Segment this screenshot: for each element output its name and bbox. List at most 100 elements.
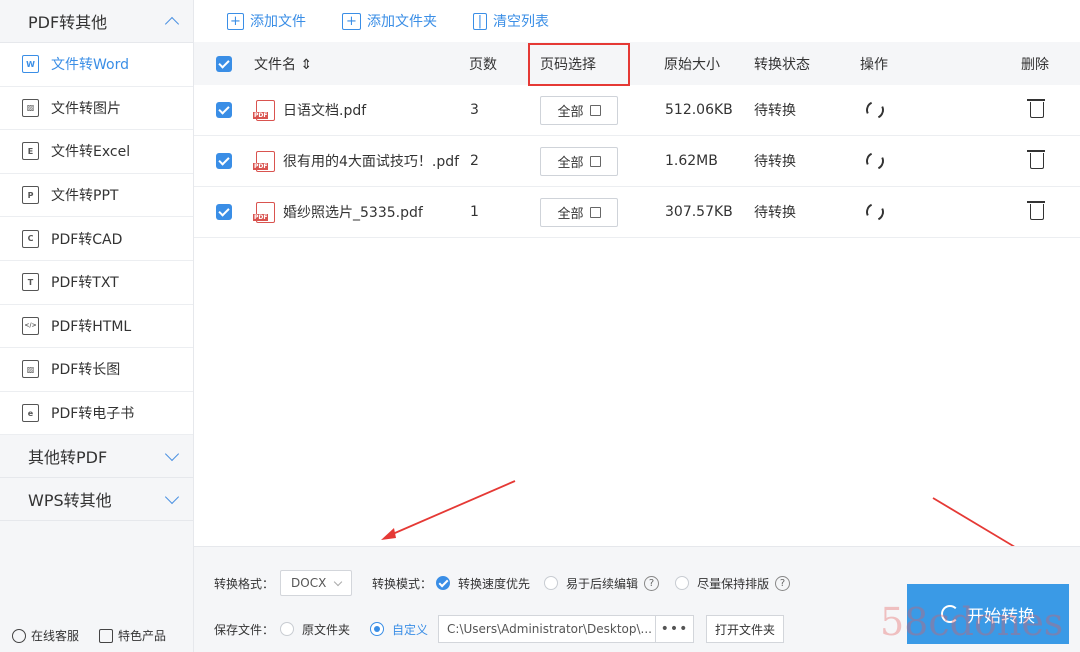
row-checkbox[interactable] [216, 153, 232, 169]
group-wps-label: WPS转其他 [28, 491, 112, 511]
trash-icon [1027, 99, 1045, 118]
mode-speed-radio[interactable] [436, 576, 451, 590]
chevron-down-icon [164, 489, 180, 504]
start-convert-button[interactable]: 开始转换 [907, 584, 1069, 644]
pdf-icon [253, 201, 275, 223]
sidebar-item-txt[interactable]: T PDF转TXT [0, 261, 193, 305]
sidebar-item-ebook[interactable]: e PDF转电子书 [0, 392, 193, 436]
checkbox-icon [216, 102, 232, 118]
checkbox-icon [216, 153, 232, 169]
convert-status: 待转换 [754, 103, 796, 119]
file-name-cell: 婚纱照选片_5335.pdf [253, 201, 423, 223]
sidebar-item-label: PDF转CAD [51, 231, 123, 248]
open-folder-button[interactable]: 打开文件夹 [706, 615, 785, 643]
long-image-icon: ▨ [22, 360, 39, 379]
sidebar-item-long-image[interactable]: ▨ PDF转长图 [0, 348, 193, 392]
featured-products-label: 特色产品 [118, 629, 167, 643]
sidebar-item-ppt[interactable]: P 文件转PPT [0, 174, 193, 218]
add-folder-icon: + [342, 12, 361, 30]
header-size: 原始大小 [664, 56, 720, 73]
file-size: 1.62MB [665, 153, 718, 169]
mode-layout-radio[interactable] [675, 576, 690, 590]
save-original-radio[interactable] [280, 622, 295, 636]
row-checkbox[interactable] [216, 204, 232, 220]
file-table: 文件名 ⇕ 页数 页码选择 原始大小 转换状态 操作 删除 日语文档.pdf 3… [194, 42, 1080, 238]
format-select[interactable]: DOCX [280, 570, 353, 596]
product-icon [99, 628, 114, 643]
help-icon[interactable]: ? [775, 575, 791, 591]
trash-icon [1027, 150, 1045, 169]
save-custom-radio[interactable] [370, 622, 385, 636]
refresh-icon [863, 98, 887, 122]
chevron-down-icon [164, 446, 180, 461]
page-range-cell: 全部 [540, 197, 618, 227]
sidebar-item-word[interactable]: W 文件转Word [0, 43, 193, 87]
group-pdf-to-other[interactable]: PDF转其他 [0, 0, 193, 43]
excel-icon: E [22, 142, 39, 161]
start-convert-label: 开始转换 [967, 606, 1035, 627]
sidebar-item-html[interactable]: </> PDF转HTML [0, 305, 193, 349]
header-pages: 页数 [469, 56, 497, 73]
row-checkbox[interactable] [216, 102, 232, 118]
file-name-cell: 日语文档.pdf [253, 99, 366, 121]
group-other-to-pdf[interactable]: 其他转PDF [0, 435, 193, 479]
online-service-link[interactable]: 在线客服 [12, 627, 79, 644]
page-range-cell: 全部 [540, 95, 618, 125]
file-name: 很有用的4大面试技巧！.pdf [283, 154, 460, 170]
sidebar-footer: 在线客服 特色产品 [12, 627, 166, 644]
mode-edit-label: 易于后续编辑 [566, 576, 639, 591]
group-pdf-label: PDF转其他 [28, 13, 108, 32]
save-path-input[interactable]: C:\Users\Administrator\Desktop\... [438, 615, 657, 643]
help-icon[interactable]: ? [644, 575, 660, 591]
select-all-checkbox[interactable] [216, 55, 232, 72]
sidebar-item-label: 文件转PPT [51, 188, 119, 205]
page-range-button[interactable]: 全部 [540, 197, 618, 227]
save-label: 保存文件： [214, 622, 275, 637]
table-header: 文件名 ⇕ 页数 页码选择 原始大小 转换状态 操作 删除 [194, 42, 1080, 85]
table-row: 日语文档.pdf 3 全部 512.06KB 待转换 [194, 85, 1080, 136]
browse-button[interactable]: ••• [656, 615, 695, 643]
sidebar-item-excel[interactable]: E 文件转Excel [0, 130, 193, 174]
trash-icon [1027, 201, 1045, 220]
refresh-icon [863, 149, 887, 173]
refresh-icon [941, 605, 959, 623]
sidebar-list: W 文件转Word ▨ 文件转图片 E 文件转Excel P 文件转PPT C PDF转C… [0, 43, 193, 436]
refresh-button[interactable] [863, 149, 887, 173]
save-custom-label: 自定义 [392, 622, 429, 637]
page-count: 2 [470, 153, 479, 169]
chat-icon [12, 628, 26, 643]
file-size: 512.06KB [665, 102, 733, 118]
add-file-button[interactable]: + 添加文件 [227, 11, 306, 31]
page-range-label: 全部 [557, 104, 584, 120]
page-range-button[interactable]: 全部 [540, 95, 618, 125]
checkbox-icon [216, 204, 232, 220]
page-range-label: 全部 [557, 206, 584, 222]
html-icon: </> [22, 316, 39, 335]
table-row: 很有用的4大面试技巧！.pdf 2 全部 1.62MB 待转换 [194, 136, 1080, 187]
clear-list-button[interactable]: | 清空列表 [473, 11, 549, 31]
mode-label: 转换模式： [372, 576, 433, 591]
arrow-head-format [381, 528, 396, 540]
image-icon: ▨ [22, 98, 39, 117]
sidebar-item-image[interactable]: ▨ 文件转图片 [0, 87, 193, 131]
delete-button[interactable] [1027, 99, 1045, 118]
add-folder-label: 添加文件夹 [367, 14, 437, 30]
header-filename[interactable]: 文件名 ⇕ [254, 54, 312, 74]
delete-button[interactable] [1027, 201, 1045, 220]
clear-icon: | [473, 12, 487, 30]
refresh-button[interactable] [863, 200, 887, 224]
delete-button[interactable] [1027, 150, 1045, 169]
save-row: 保存文件： 原文件夹 自定义 C:\Users\Administrator\De… [214, 615, 785, 643]
header-delete: 删除 [1021, 56, 1049, 73]
sidebar-item-label: PDF转长图 [51, 362, 121, 379]
sidebar-item-cad[interactable]: C PDF转CAD [0, 217, 193, 261]
group-wps-to-other[interactable]: WPS转其他 [0, 478, 193, 522]
refresh-button[interactable] [863, 98, 887, 122]
checkbox-icon [216, 55, 232, 72]
mode-edit-radio[interactable] [544, 576, 559, 590]
header-action: 操作 [860, 56, 888, 73]
page-range-button[interactable]: 全部 [540, 146, 618, 176]
featured-products-link[interactable]: 特色产品 [99, 627, 166, 644]
edit-icon [589, 206, 601, 218]
add-folder-button[interactable]: + 添加文件夹 [342, 11, 437, 31]
